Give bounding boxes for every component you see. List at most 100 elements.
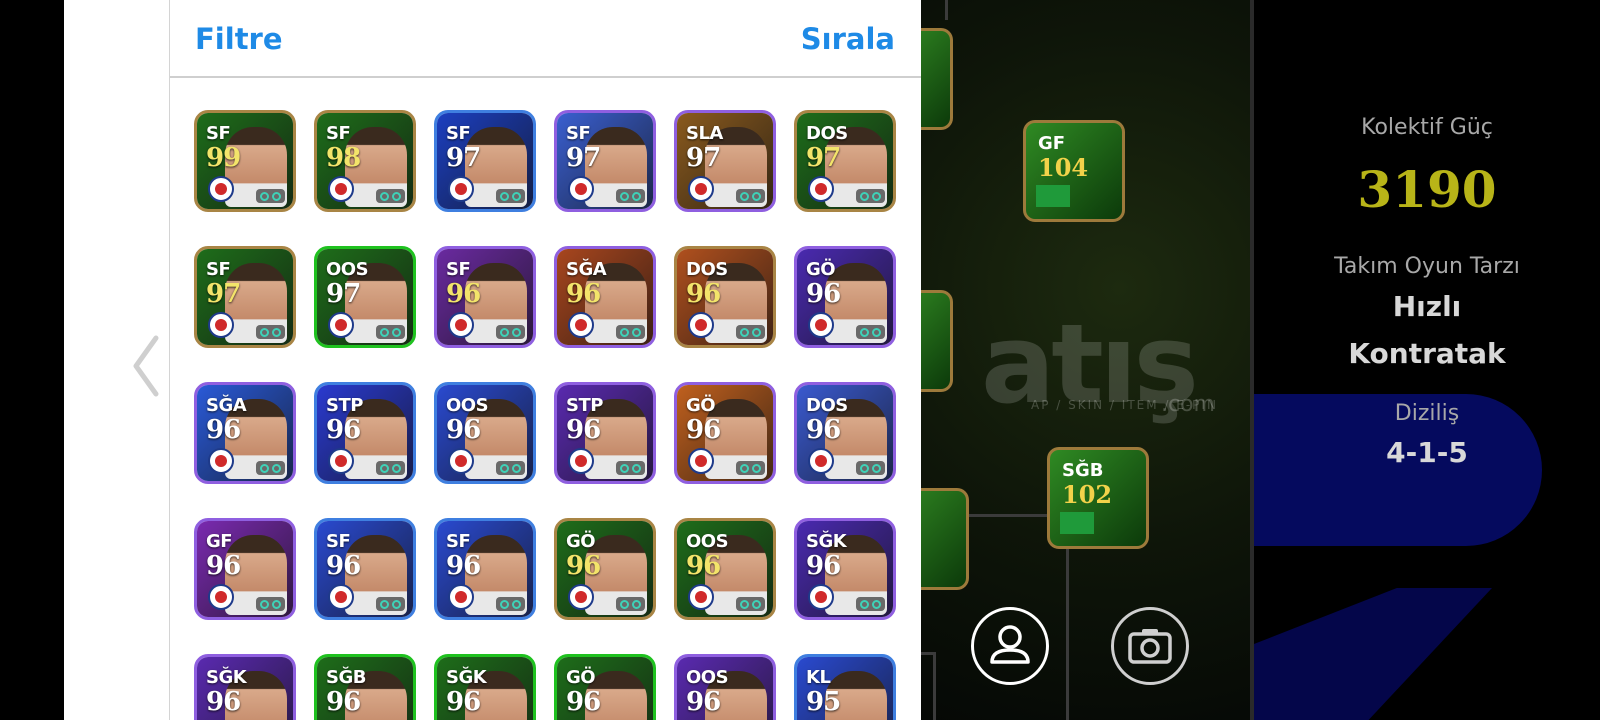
card-rating: 102 [1062,480,1113,509]
player-card[interactable]: SĞA 96 [194,382,296,484]
team-style-label: Takım Oyun Tarzı [1334,254,1520,279]
player-card[interactable]: SF 96 [434,246,536,348]
player-card[interactable]: GÖ 96 [794,246,896,348]
skill-dot-icon [512,191,521,201]
sort-button[interactable]: Sırala [801,22,895,56]
player-card[interactable]: SĞB 96 [314,654,416,720]
pitch-player-card[interactable]: SĞB 102 [1047,447,1149,549]
card-rating: 97 [686,143,721,173]
club-badge-icon [568,448,594,474]
skill-dot-icon [260,327,269,337]
skill-indicators [376,461,405,475]
skill-indicators [376,597,405,611]
player-card[interactable]: DOS 97 [794,110,896,212]
card-position: SF [206,259,231,280]
card-rating: 96 [686,687,721,717]
club-badge-icon [568,584,594,610]
card-rating: 97 [326,279,361,309]
skill-indicators [736,325,765,339]
skill-dot-icon [500,191,509,201]
player-card[interactable]: SF 99 [194,110,296,212]
pitch-player-card-partial[interactable] [921,290,953,392]
player-card[interactable]: GF 96 [194,518,296,620]
panel-header: Filtre Sırala [170,0,922,78]
player-card[interactable]: SĞK 96 [194,654,296,720]
player-card[interactable]: STP 96 [314,382,416,484]
brazil-flag-icon [1036,185,1070,207]
player-card[interactable]: SĞK 96 [794,518,896,620]
club-badge-icon [208,584,234,610]
formation-pitch: atış AP / SKIN / ITEM / E-PIN .com [921,0,1252,720]
card-rating: 99 [206,143,241,173]
skill-indicators [856,189,885,203]
player-card[interactable]: SF 96 [434,518,536,620]
player-card[interactable]: OOS 97 [314,246,416,348]
club-badge-icon [688,584,714,610]
card-position: SĞK [446,667,487,688]
back-chevron-icon[interactable] [128,334,164,398]
card-position: DOS [806,395,848,416]
card-position: GÖ [686,395,716,416]
skill-dot-icon [392,463,401,473]
card-rating: 96 [326,687,361,717]
skill-indicators [616,189,645,203]
pitch-line [921,652,933,655]
player-card[interactable]: DOS 96 [794,382,896,484]
camera-button[interactable] [1111,607,1189,685]
player-card[interactable]: KL 95 [794,654,896,720]
player-card[interactable]: SF 97 [554,110,656,212]
card-rating: 98 [326,143,361,173]
card-rating: 96 [566,279,601,309]
card-position: OOS [326,259,369,280]
player-card[interactable]: SF 98 [314,110,416,212]
player-card[interactable]: STP 96 [554,382,656,484]
card-position: SF [566,123,591,144]
card-rating: 96 [446,551,481,581]
skill-dot-icon [740,599,749,609]
player-card[interactable]: SF 97 [194,246,296,348]
skill-dot-icon [500,327,509,337]
player-card[interactable]: SĞK 96 [434,654,536,720]
card-rating: 96 [326,551,361,581]
pitch-player-card-partial[interactable] [921,28,953,130]
club-badge-icon [808,312,834,338]
player-card[interactable]: SLA 97 [674,110,776,212]
card-rating: 96 [686,415,721,445]
card-rating: 96 [566,415,601,445]
club-badge-icon [328,312,354,338]
pitch-player-card-partial[interactable] [921,488,969,590]
skill-indicators [256,189,285,203]
player-card[interactable]: DOS 96 [674,246,776,348]
player-card[interactable]: GÖ 96 [554,518,656,620]
skill-dot-icon [632,463,641,473]
player-card[interactable]: GÖ 96 [674,382,776,484]
card-position: GÖ [806,259,836,280]
player-card[interactable]: OOS 96 [674,518,776,620]
club-badge-icon [808,176,834,202]
player-card[interactable]: SF 97 [434,110,536,212]
profile-button[interactable] [971,607,1049,685]
skill-dot-icon [512,327,521,337]
skill-dot-icon [632,327,641,337]
card-position: SF [206,123,231,144]
skill-dot-icon [740,191,749,201]
player-card[interactable]: OOS 96 [674,654,776,720]
skill-dot-icon [500,599,509,609]
player-card[interactable]: GÖ 96 [554,654,656,720]
card-rating: 96 [566,687,601,717]
card-position: SĞA [206,395,247,416]
skill-dot-icon [860,599,869,609]
card-rating: 96 [806,551,841,581]
skill-dot-icon [860,327,869,337]
skill-indicators [736,461,765,475]
club-badge-icon [688,312,714,338]
skill-dot-icon [872,327,881,337]
club-badge-icon [328,448,354,474]
player-card[interactable]: SĞA 96 [554,246,656,348]
skill-dot-icon [272,463,281,473]
player-card[interactable]: OOS 96 [434,382,536,484]
card-position: SF [446,531,471,552]
player-card[interactable]: SF 96 [314,518,416,620]
pitch-player-card[interactable]: GF 104 [1023,120,1125,222]
filter-button[interactable]: Filtre [195,22,283,56]
